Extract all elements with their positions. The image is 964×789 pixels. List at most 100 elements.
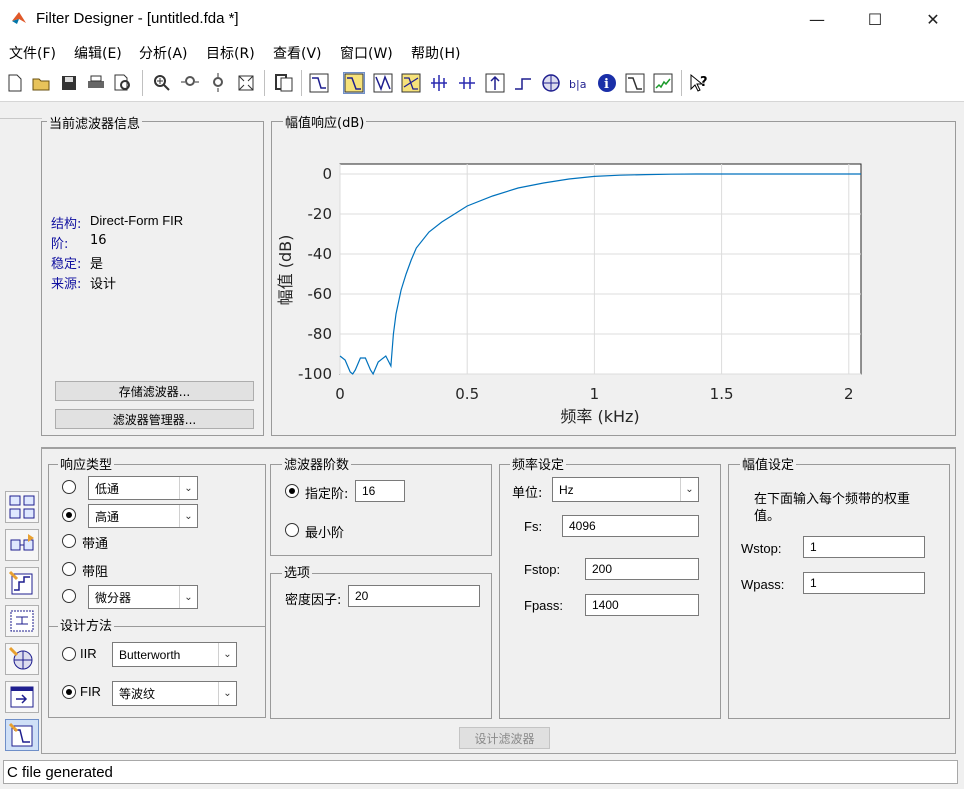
fs-label: Fs: (524, 519, 543, 534)
group-delay-icon[interactable] (428, 72, 450, 94)
units-value: Hz (559, 482, 574, 497)
highpass-select[interactable]: 高通 ⌄ (88, 504, 198, 528)
magnitude-phase-icon[interactable] (400, 72, 422, 94)
impulse-response-icon[interactable] (484, 72, 506, 94)
phase-delay-icon[interactable] (456, 72, 478, 94)
open-icon[interactable] (31, 72, 53, 94)
fir-method-select[interactable]: 等波纹 ⌄ (112, 681, 237, 706)
filter-spec-icon[interactable] (308, 72, 330, 94)
phase-response-icon[interactable] (372, 72, 394, 94)
step-response-icon[interactable] (512, 72, 534, 94)
stable-label: 稳定: (51, 257, 82, 272)
y-tick-label: -100 (298, 365, 332, 383)
menu-help[interactable]: 帮助(H) (411, 43, 460, 63)
wpass-input[interactable]: 1 (803, 572, 925, 594)
menu-view[interactable]: 查看(V) (273, 43, 322, 63)
minimum-order-radio[interactable] (285, 523, 299, 537)
specify-order-label: 指定阶: (305, 487, 349, 502)
wstop-input[interactable]: 1 (803, 536, 925, 558)
structure-label: 结构: (51, 217, 82, 232)
density-factor-input[interactable]: 20 (348, 585, 480, 607)
magnitude-response-icon[interactable] (343, 72, 365, 94)
lowpass-radio[interactable] (62, 480, 76, 494)
differentiator-radio[interactable] (62, 589, 76, 603)
new-icon[interactable] (4, 72, 26, 94)
bandstop-radio[interactable] (62, 562, 76, 576)
magnitude-response-chart: 0 0.5 1 1.5 2 0 -20 -40 -60 -80 -100 频率 (kHz) 幅值 … (276, 163, 862, 426)
fir-radio[interactable] (62, 685, 76, 699)
specify-order-radio[interactable] (285, 484, 299, 498)
zoom-in-icon[interactable] (151, 72, 173, 94)
source-value: 设计 (90, 277, 117, 292)
convert-structure-button[interactable] (5, 605, 39, 637)
menu-file[interactable]: 文件(F) (9, 43, 56, 63)
y-tick-label: -20 (308, 205, 333, 223)
new-figure-icon[interactable] (273, 72, 295, 94)
density-factor-label: 密度因子: (285, 593, 342, 608)
lowpass-select-value: 低通 (95, 481, 120, 496)
order-input[interactable]: 16 (355, 480, 405, 502)
transform-filter-button[interactable] (5, 491, 39, 523)
fstop-input[interactable]: 200 (585, 558, 699, 580)
units-select[interactable]: Hz ⌄ (552, 477, 699, 502)
design-filter-icon (8, 722, 33, 747)
iir-label: IIR (80, 646, 97, 661)
y-axis-label: 幅值 (dB) (276, 235, 295, 306)
design-method-title: 设计方法 (58, 615, 115, 634)
magnitude-estimate-icon[interactable] (624, 72, 646, 94)
design-filter-button[interactable]: 设计滤波器 (459, 727, 550, 749)
filter-order-title: 滤波器阶数 (282, 454, 352, 473)
plot-area (339, 163, 862, 375)
fs-input[interactable]: 4096 (562, 515, 699, 537)
menu-bar: 文件(F) 编辑(E) 分析(A) 目标(R) 查看(V) 窗口(W) 帮助(H… (0, 38, 964, 66)
lowpass-select[interactable]: 低通 ⌄ (88, 476, 198, 500)
zoom-y-icon[interactable] (207, 72, 229, 94)
zoom-x-icon[interactable] (179, 72, 201, 94)
filter-info-icon[interactable]: i (596, 72, 618, 94)
menu-edit[interactable]: 编辑(E) (74, 43, 122, 63)
print-preview-icon[interactable] (112, 72, 134, 94)
iir-method-value: Butterworth (119, 647, 181, 662)
save-icon[interactable] (58, 72, 80, 94)
filter-manager-button[interactable]: 滤波器管理器... (55, 409, 254, 429)
order-label: 阶: (51, 237, 69, 252)
svg-text:b|a: b|a (569, 78, 586, 91)
chevron-down-icon: ⌄ (179, 586, 197, 608)
menu-window[interactable]: 窗口(W) (340, 43, 393, 63)
store-filter-button[interactable]: 存储滤波器... (55, 381, 254, 401)
minimize-button[interactable]: — (788, 0, 846, 38)
pole-zero-icon[interactable] (540, 72, 562, 94)
title-bar: Filter Designer - [untitled.fda *] — ☐ ✕ (0, 0, 964, 38)
x-tick-label: 0.5 (455, 385, 479, 403)
iir-method-select[interactable]: Butterworth ⌄ (112, 642, 237, 667)
fpass-input[interactable]: 1400 (585, 594, 699, 616)
create-multirate-button[interactable] (5, 567, 39, 599)
round-off-noise-icon[interactable] (652, 72, 674, 94)
full-view-icon[interactable] (235, 72, 257, 94)
design-filter-sidebar-button[interactable] (5, 719, 39, 751)
menu-targets[interactable]: 目标(R) (206, 43, 255, 63)
fstop-label: Fstop: (524, 562, 561, 577)
close-button[interactable]: ✕ (904, 0, 962, 38)
coefficients-icon[interactable]: b|a (568, 72, 590, 94)
realize-model-button[interactable] (5, 529, 39, 561)
import-filter-button[interactable] (5, 681, 39, 713)
matlab-logo-icon (12, 12, 26, 24)
y-tick-label: -40 (308, 245, 333, 263)
highpass-radio[interactable] (62, 508, 76, 522)
y-tick-label: -80 (308, 325, 333, 343)
highpass-select-value: 高通 (95, 509, 120, 524)
whats-this-icon[interactable]: ? (688, 72, 710, 94)
pole-zero-editor-button[interactable] (5, 643, 39, 675)
differentiator-select[interactable]: 微分器 ⌄ (88, 585, 198, 609)
bandpass-radio[interactable] (62, 534, 76, 548)
stable-value: 是 (90, 257, 104, 272)
pole-zero-editor-icon (8, 646, 33, 670)
maximize-button[interactable]: ☐ (846, 0, 904, 38)
menu-analysis[interactable]: 分析(A) (139, 43, 188, 63)
y-tick-label: 0 (322, 165, 332, 183)
print-icon[interactable] (85, 72, 107, 94)
x-tick-label: 0 (335, 385, 345, 403)
magnitude-spec-description: 在下面输入每个频带的权重值。 (754, 492, 911, 524)
iir-radio[interactable] (62, 647, 76, 661)
